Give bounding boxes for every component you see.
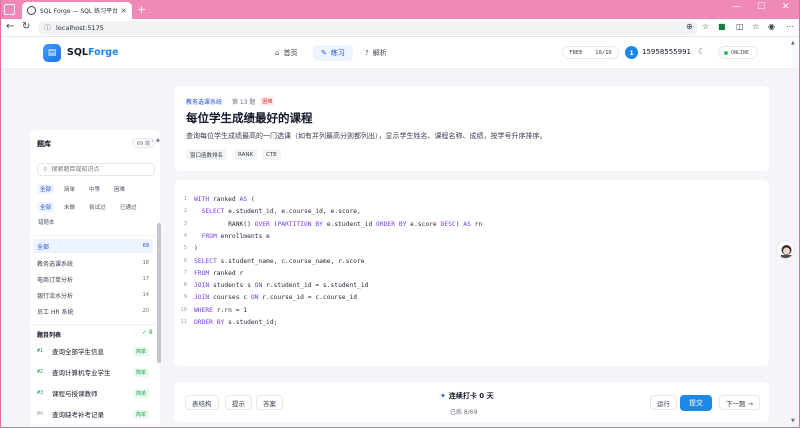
window-border — [0, 0, 800, 428]
